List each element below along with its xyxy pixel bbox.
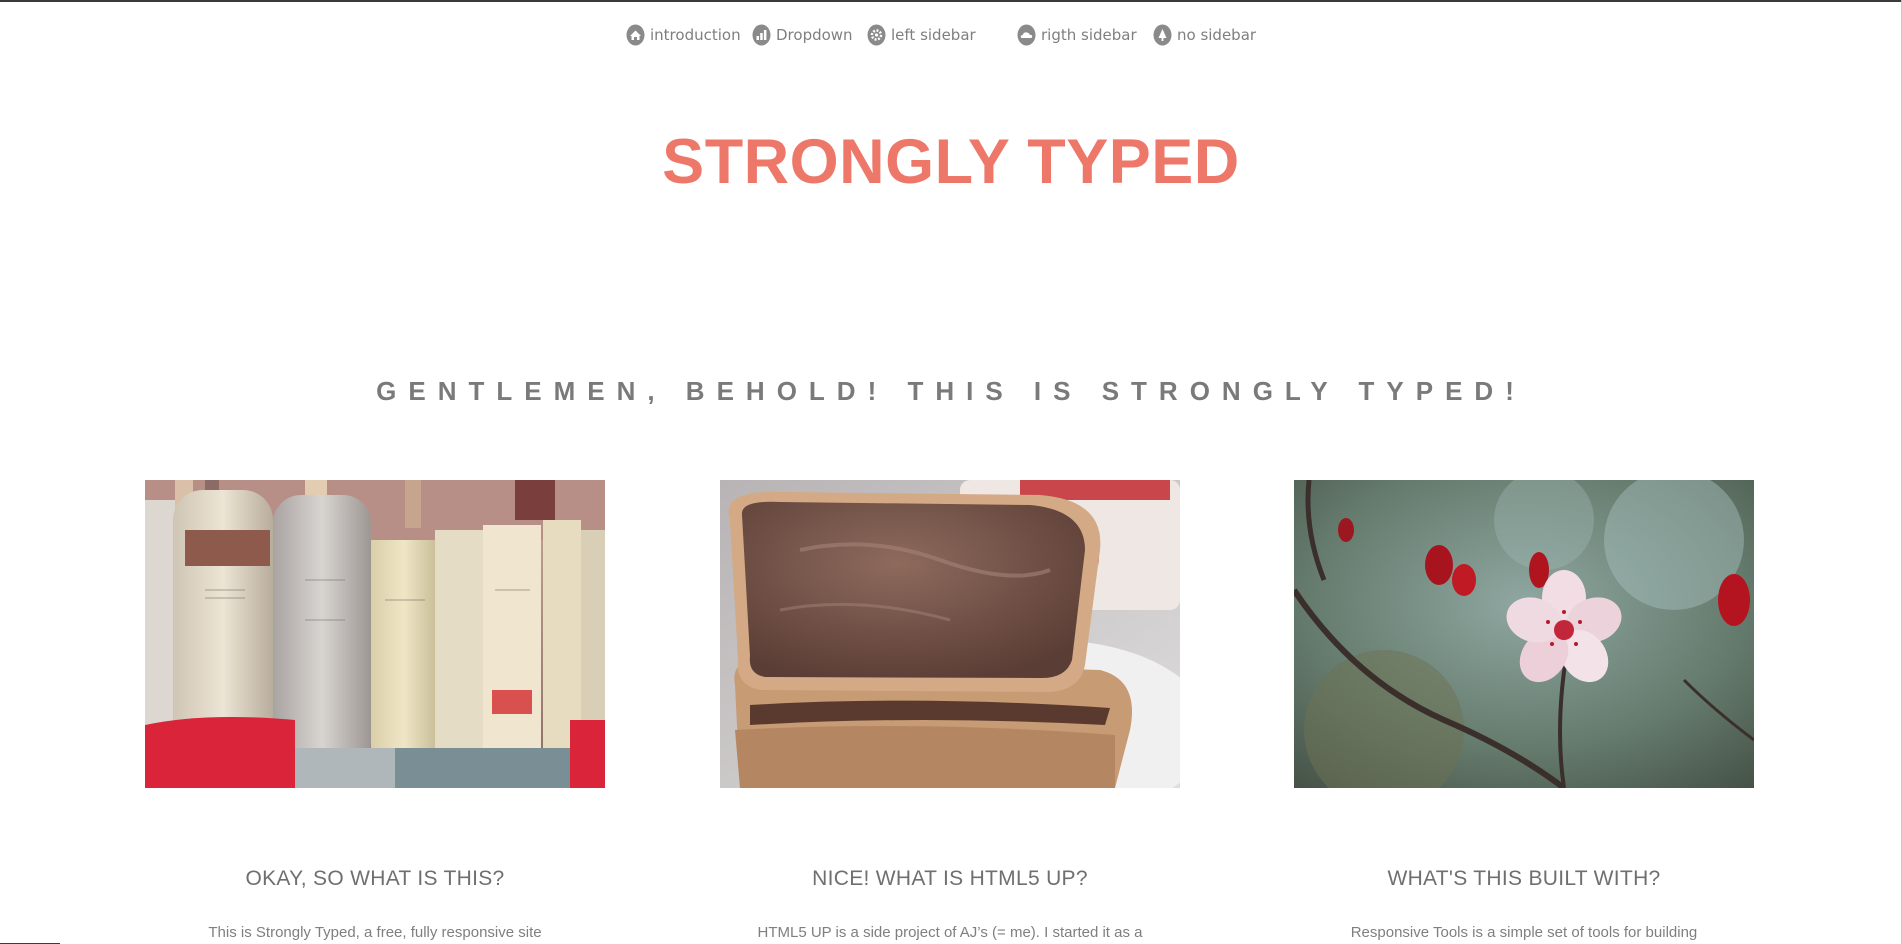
feature-text: Responsive Tools is a simple set of tool… [1350, 924, 1698, 941]
feature-image-blossom[interactable] [1294, 480, 1754, 788]
feature-card: OKAY, SO WHAT IS THIS? This is Strongly … [145, 480, 605, 941]
nav-label: no sidebar [1177, 26, 1257, 44]
feature-image-books[interactable] [145, 480, 605, 788]
nav-item-left-sidebar[interactable]: left sidebar [867, 22, 976, 48]
tree-icon [1153, 24, 1172, 46]
banner-headline: GENTLEMEN, BEHOLD! THIS IS STRONGLY TYPE… [376, 376, 1526, 406]
nav-label: introduction [650, 26, 741, 44]
feature-image-toast[interactable] [720, 480, 1180, 788]
feature-card: NICE! WHAT IS HTML5 UP? HTML5 UP is a si… [720, 480, 1180, 941]
feature-card: WHAT'S THIS BUILT WITH? Responsive Tools… [1294, 480, 1754, 941]
feature-text: HTML5 UP is a side project of AJ’s (= me… [757, 924, 1143, 941]
main-nav: introduction Dropdown left sidebar rigth… [0, 22, 1902, 48]
nav-item-no-sidebar[interactable]: no sidebar [1153, 22, 1256, 48]
nav-label: rigth sidebar [1041, 26, 1137, 44]
window-top-border [0, 0, 1902, 2]
feature-title: OKAY, SO WHAT IS THIS? [245, 867, 505, 890]
feature-title: NICE! WHAT IS HTML5 UP? [812, 867, 1088, 890]
cloud-icon [1017, 24, 1036, 46]
bar-chart-icon [752, 24, 771, 46]
site-logo[interactable]: STRONGLY TYPED [0, 126, 1902, 198]
nav-label: left sidebar [891, 26, 976, 44]
nav-item-introduction[interactable]: introduction [626, 22, 741, 48]
gear-icon [867, 24, 886, 46]
nav-item-rigth-sidebar[interactable]: rigth sidebar [1017, 22, 1137, 48]
home-icon [626, 24, 645, 46]
nav-label: Dropdown [776, 26, 853, 44]
nav-item-dropdown[interactable]: Dropdown [752, 22, 853, 48]
feature-title: WHAT'S THIS BUILT WITH? [1387, 867, 1661, 890]
feature-text: This is Strongly Typed, a free, fully re… [208, 924, 542, 941]
